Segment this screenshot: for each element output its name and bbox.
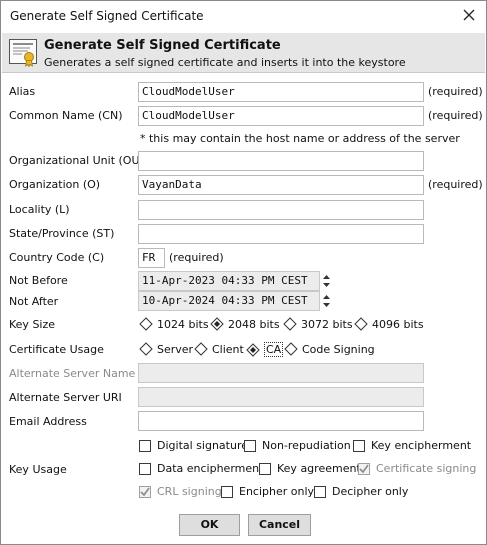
checkmark-icon [140,487,150,496]
cancel-button[interactable]: Cancel [248,514,311,536]
checkbox-checked [139,485,151,498]
org-unit-label: Organizational Unit (OU) [9,154,144,167]
key-usage-crl-signing: CRL signing [139,485,222,498]
key-size-option-3072[interactable]: 3072 bits [283,317,353,331]
radio-diamond-icon [194,342,208,356]
not-after-spinner-icon[interactable] [322,293,331,309]
cert-usage-option-label: Server [157,342,194,356]
org-unit-field[interactable] [138,151,424,171]
checkbox [244,439,256,452]
key-size-option-label: 1024 bits [157,317,209,331]
checkbox [259,462,271,475]
locality-field[interactable] [138,200,424,220]
checkbox-label: Digital signature [157,439,248,452]
checkbox-label: Non-repudiation [262,439,351,452]
dialog-header: Generate Self Signed Certificate Generat… [2,33,485,73]
title-bar: Generate Self Signed Certificate [1,1,486,31]
key-usage-certificate-signing: Certificate signing [358,462,476,475]
ok-button[interactable]: OK [179,514,240,536]
header-subtitle: Generates a self signed certificate and … [44,56,406,69]
not-after-label: Not After [9,295,59,308]
country-field[interactable]: FR [138,248,165,268]
key-usage-data-encipherment[interactable]: Data encipherment [139,462,263,475]
checkbox [221,485,233,498]
key-size-label: Key Size [9,318,56,331]
radio-diamond-icon [354,317,368,331]
key-size-option-label: 2048 bits [228,317,280,331]
country-label: Country Code (C) [9,251,105,264]
cert-usage-option-server[interactable]: Server [139,342,193,356]
alt-server-name-label: Alternate Server Name [9,367,136,380]
radio-diamond-icon [283,317,297,331]
cert-usage-option-label: CA [264,342,284,357]
key-usage-digital-signature[interactable]: Digital signature [139,439,248,452]
key-size-option-1024[interactable]: 1024 bits [139,317,209,331]
checkmark-icon [359,464,369,473]
key-usage-label: Key Usage [9,463,67,476]
radio-diamond-icon [284,342,298,356]
key-size-option-2048[interactable]: 2048 bits [210,317,280,331]
alt-server-uri-field[interactable] [138,387,424,407]
cert-usage-option-ca[interactable]: CA [246,342,284,357]
cert-usage-option-label: Code Signing [302,342,375,356]
cert-usage-label: Certificate Usage [9,343,104,356]
organization-label: Organization (O) [9,178,101,191]
locality-label: Locality (L) [9,203,70,216]
key-usage-key-agreement[interactable]: Key agreement [259,462,361,475]
email-label: Email Address [9,415,87,428]
alt-server-name-field [138,363,424,383]
window-title: Generate Self Signed Certificate [10,9,204,23]
not-before-label: Not Before [9,274,68,287]
key-size-option-label: 3072 bits [301,317,353,331]
header-title: Generate Self Signed Certificate [44,38,281,53]
checkbox [139,462,151,475]
not-before-field[interactable]: 11-Apr-2023 04:33 PM CEST [138,271,320,291]
checkbox [314,485,326,498]
checkbox [353,439,365,452]
common-name-field[interactable]: CloudModelUser [138,106,424,126]
key-size-option-4096[interactable]: 4096 bits [354,317,424,331]
common-name-note: * this may contain the host name or addr… [140,132,460,145]
checkbox-label: CRL signing [157,485,222,498]
key-usage-decipher-only[interactable]: Decipher only [314,485,408,498]
alt-server-uri-label: Alternate Server URI [9,391,122,404]
cert-usage-option-client[interactable]: Client [194,342,244,356]
radio-diamond-icon [139,317,153,331]
close-icon[interactable] [460,6,478,24]
state-label: State/Province (ST) [9,227,115,240]
key-usage-key-encipherment[interactable]: Key encipherment [353,439,471,452]
checkbox-checked [358,462,370,475]
cert-usage-option-code-signing[interactable]: Code Signing [284,342,375,356]
common-name-required: (required) [428,109,483,122]
checkbox [139,439,151,452]
organization-required: (required) [428,178,483,191]
checkbox-label: Key encipherment [371,439,472,452]
cert-usage-option-label: Client [212,342,244,356]
key-usage-non-repudiation[interactable]: Non-repudiation [244,439,351,452]
radio-diamond-selected-icon [210,317,224,331]
generate-certificate-dialog: Generate Self Signed Certificate Generat… [0,0,487,545]
checkbox-label: Key agreement [277,462,361,475]
not-after-field[interactable]: 10-Apr-2024 04:33 PM CEST [138,291,320,311]
checkbox-label: Data encipherment [157,462,264,475]
not-before-spinner-icon[interactable] [322,273,331,289]
certificate-icon [8,37,38,68]
state-field[interactable] [138,224,424,244]
checkbox-label: Certificate signing [376,462,477,475]
alias-required: (required) [428,85,483,98]
alias-field[interactable]: CloudModelUser [138,82,424,102]
radio-diamond-selected-icon [246,342,260,357]
email-field[interactable] [138,411,424,431]
radio-diamond-icon [139,342,153,356]
organization-field[interactable]: VayanData [138,175,424,195]
alias-label: Alias [9,85,36,98]
common-name-label: Common Name (CN) [9,109,123,122]
key-size-option-label: 4096 bits [372,317,424,331]
key-usage-encipher-only[interactable]: Encipher only [221,485,314,498]
checkbox-label: Decipher only [332,485,409,498]
country-required: (required) [169,251,224,264]
checkbox-label: Encipher only [239,485,315,498]
